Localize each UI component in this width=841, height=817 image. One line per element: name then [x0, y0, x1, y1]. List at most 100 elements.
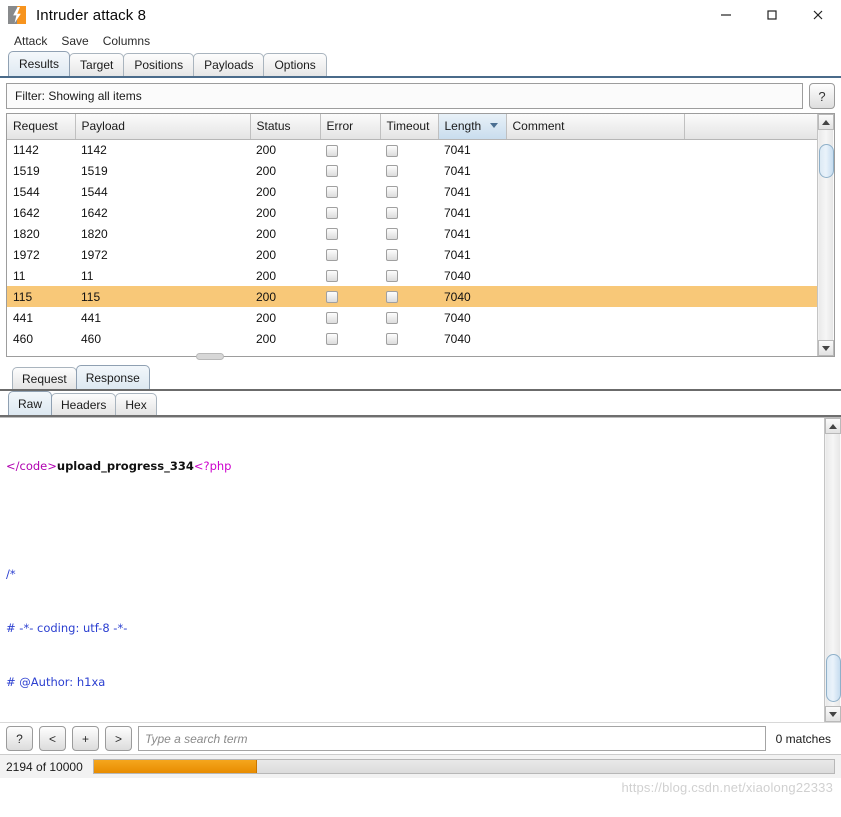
checkbox-icon[interactable] — [326, 165, 338, 178]
minimize-icon[interactable] — [703, 0, 749, 30]
response-scroll-track[interactable] — [826, 434, 841, 706]
cell-timeout-checkbox[interactable] — [380, 265, 438, 286]
results-table-body: 1142 1142 200 7041 1519 1519 200 7041 1544 1544 20… — [7, 139, 817, 349]
checkbox-icon[interactable] — [326, 228, 338, 241]
burp-lightning-icon — [8, 6, 26, 24]
cell-timeout-checkbox[interactable] — [380, 139, 438, 160]
tab-payloads[interactable]: Payloads — [193, 53, 265, 76]
search-input[interactable]: Type a search term — [138, 726, 766, 751]
checkbox-icon[interactable] — [386, 249, 398, 262]
cell-comment — [506, 265, 684, 286]
cell-status: 200 — [256, 226, 277, 241]
checkbox-icon[interactable] — [386, 165, 398, 178]
cell-timeout-checkbox[interactable] — [380, 286, 438, 307]
table-row[interactable]: 115 115 200 7040 — [7, 286, 817, 307]
checkbox-icon[interactable] — [326, 186, 338, 199]
column-header-timeout[interactable]: Timeout — [380, 114, 439, 140]
cell-comment — [506, 223, 684, 244]
filter-bar[interactable]: Filter: Showing all items — [6, 83, 803, 109]
tab-response[interactable]: Response — [75, 365, 150, 389]
table-row[interactable]: 441 441 200 7040 — [7, 307, 817, 328]
search-add-button[interactable]: + — [72, 726, 99, 751]
checkbox-icon[interactable] — [386, 144, 398, 157]
tab-hex[interactable]: Hex — [115, 393, 157, 415]
scroll-down-icon[interactable] — [825, 706, 841, 722]
menu-item-columns[interactable]: Columns — [97, 32, 156, 50]
tab-options[interactable]: Options — [263, 53, 327, 76]
filter-help-icon[interactable]: ? — [809, 83, 835, 109]
maximize-icon[interactable] — [749, 0, 795, 30]
tab-headers[interactable]: Headers — [51, 393, 117, 415]
checkbox-icon[interactable] — [386, 207, 398, 220]
tab-raw[interactable]: Raw — [8, 391, 53, 415]
column-header-length[interactable]: Length — [438, 114, 507, 140]
cell-timeout-checkbox[interactable] — [380, 244, 438, 265]
tab-results[interactable]: Results — [8, 51, 71, 76]
cell-error-checkbox[interactable] — [320, 307, 380, 328]
table-row[interactable]: 460 460 200 7040 — [7, 328, 817, 349]
response-raw-text[interactable]: </code>upload_progress_334<?php /* # -*-… — [0, 418, 824, 722]
table-row[interactable]: 1820 1820 200 7041 — [7, 223, 817, 244]
cell-error-checkbox[interactable] — [320, 181, 380, 202]
table-row[interactable]: 1519 1519 200 7041 — [7, 160, 817, 181]
column-header-payload[interactable]: Payload — [75, 114, 251, 140]
cell-error-checkbox[interactable] — [320, 286, 380, 307]
results-horizontal-scrollbar[interactable] — [6, 353, 835, 365]
tab-positions[interactable]: Positions — [123, 53, 195, 76]
table-row[interactable]: 11 11 200 7040 — [7, 265, 817, 286]
column-header-request[interactable]: Request — [7, 114, 76, 140]
cell-error-checkbox[interactable] — [320, 328, 380, 349]
checkbox-icon[interactable] — [326, 312, 338, 325]
table-row[interactable]: 1642 1642 200 7041 — [7, 202, 817, 223]
checkbox-icon[interactable] — [326, 144, 338, 157]
results-hscroll-thumb[interactable] — [196, 353, 224, 360]
table-row[interactable]: 1544 1544 200 7041 — [7, 181, 817, 202]
checkbox-icon[interactable] — [386, 270, 398, 283]
cell-timeout-checkbox[interactable] — [380, 181, 438, 202]
cell-error-checkbox[interactable] — [320, 265, 380, 286]
checkbox-icon[interactable] — [386, 186, 398, 199]
cell-error-checkbox[interactable] — [320, 202, 380, 223]
checkbox-icon[interactable] — [326, 207, 338, 220]
column-header-comment[interactable]: Comment — [506, 114, 685, 140]
checkbox-icon[interactable] — [386, 333, 398, 346]
checkbox-icon[interactable] — [326, 291, 338, 304]
menu-item-attack[interactable]: Attack — [8, 32, 53, 50]
attack-progress-label: 2194 of 10000 — [6, 759, 83, 774]
cell-payload: 115 — [75, 286, 250, 307]
table-row[interactable]: 1972 1972 200 7041 — [7, 244, 817, 265]
cell-error-checkbox[interactable] — [320, 223, 380, 244]
search-help-icon[interactable]: ? — [6, 726, 33, 751]
cell-timeout-checkbox[interactable] — [380, 307, 438, 328]
results-vertical-scrollbar[interactable] — [817, 114, 834, 356]
column-header-status[interactable]: Status — [250, 114, 321, 140]
checkbox-icon[interactable] — [386, 312, 398, 325]
cell-error-checkbox[interactable] — [320, 139, 380, 160]
cell-timeout-checkbox[interactable] — [380, 202, 438, 223]
cell-timeout-checkbox[interactable] — [380, 160, 438, 181]
column-header-error[interactable]: Error — [320, 114, 381, 140]
checkbox-icon[interactable] — [386, 291, 398, 304]
search-next-button[interactable]: > — [105, 726, 132, 751]
checkbox-icon[interactable] — [386, 228, 398, 241]
tab-target[interactable]: Target — [69, 53, 125, 76]
cell-error-checkbox[interactable] — [320, 160, 380, 181]
table-row[interactable]: 1142 1142 200 7041 — [7, 139, 817, 160]
checkbox-icon[interactable] — [326, 270, 338, 283]
response-scroll-thumb[interactable] — [826, 654, 841, 702]
scroll-up-icon[interactable] — [825, 418, 841, 434]
cell-timeout-checkbox[interactable] — [380, 328, 438, 349]
cell-timeout-checkbox[interactable] — [380, 223, 438, 244]
results-scroll-track[interactable] — [819, 130, 834, 340]
search-prev-button[interactable]: < — [39, 726, 66, 751]
close-icon[interactable] — [795, 0, 841, 30]
scroll-down-icon[interactable] — [818, 340, 834, 356]
response-vertical-scrollbar[interactable] — [824, 418, 841, 722]
checkbox-icon[interactable] — [326, 249, 338, 262]
results-scroll-thumb[interactable] — [819, 144, 834, 178]
cell-error-checkbox[interactable] — [320, 244, 380, 265]
checkbox-icon[interactable] — [326, 333, 338, 346]
menu-item-save[interactable]: Save — [55, 32, 94, 50]
scroll-up-icon[interactable] — [818, 114, 834, 130]
tab-request[interactable]: Request — [12, 367, 77, 389]
